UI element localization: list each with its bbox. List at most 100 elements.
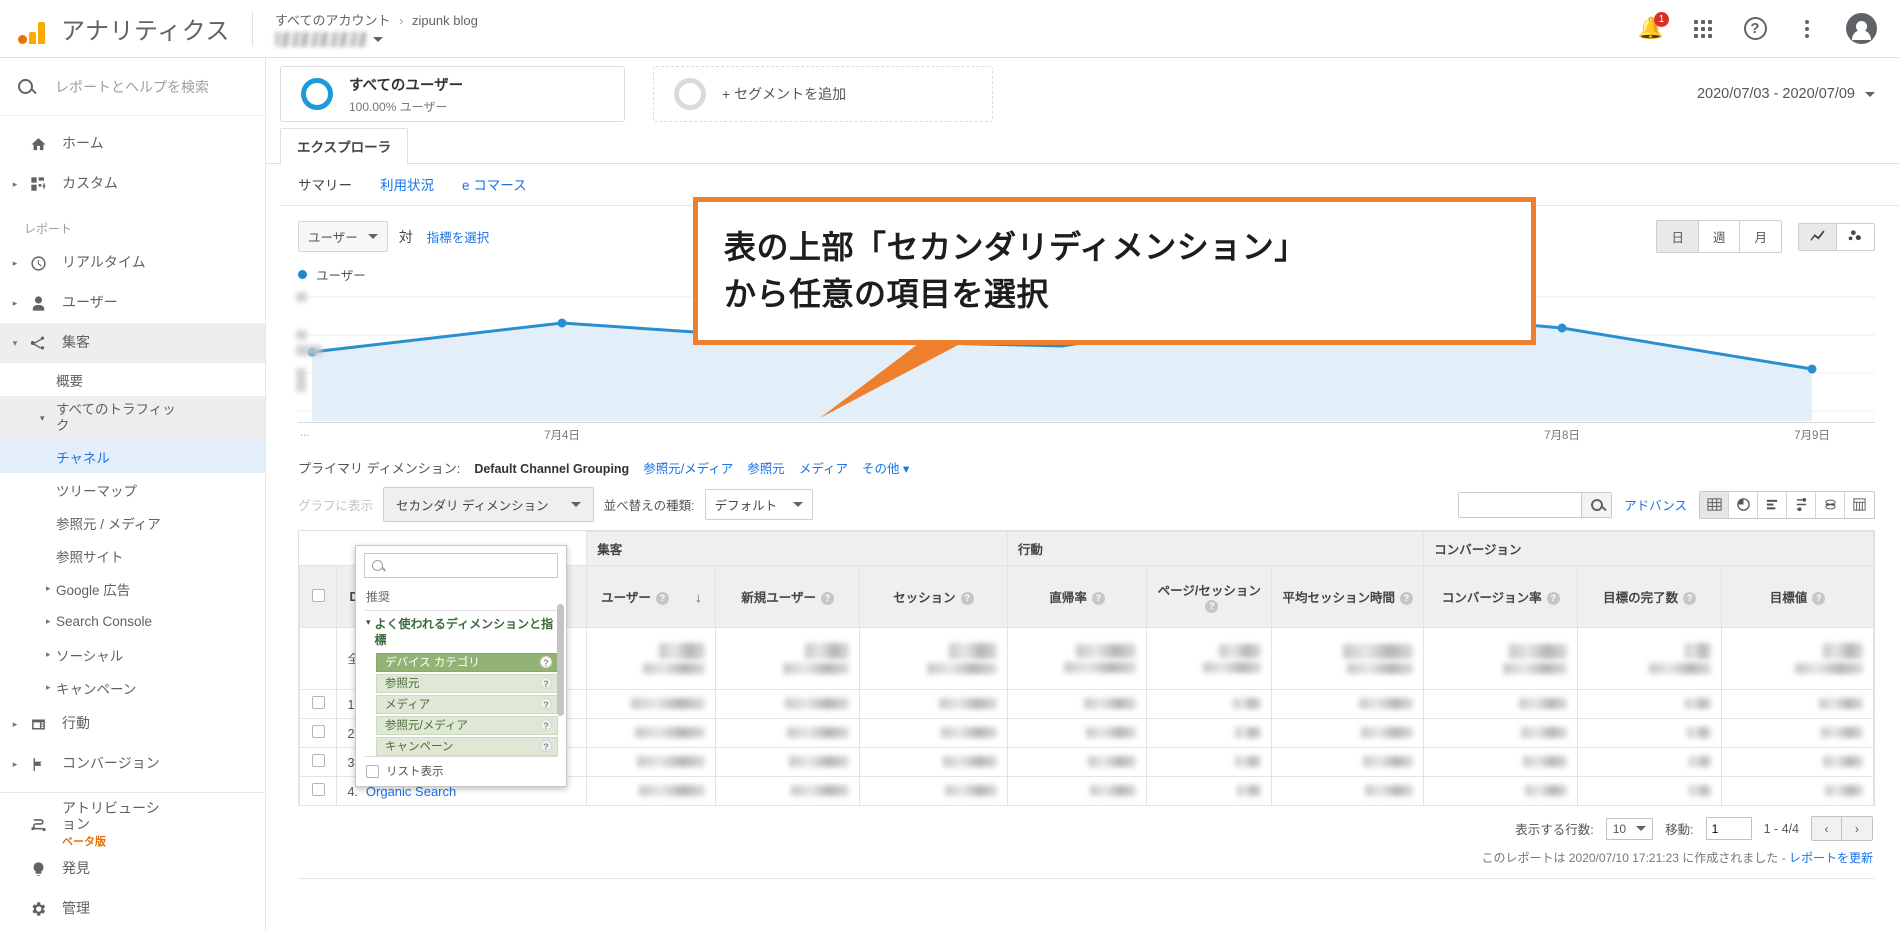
sidebar-item-overview[interactable]: 概要 xyxy=(0,363,265,396)
column-new-users[interactable]: 新規ユーザー? xyxy=(715,565,860,628)
tab-explorer[interactable]: エクスプローラ xyxy=(280,128,409,164)
sidebar-item-behavior[interactable]: ▸ 行動 xyxy=(0,704,265,744)
select-metric-link[interactable]: 指標を選択 xyxy=(427,227,490,246)
column-goal-value[interactable]: 目標値? xyxy=(1720,565,1875,628)
dimension-link-medium[interactable]: メディア xyxy=(799,458,848,477)
dropdown-scrollbar[interactable] xyxy=(557,604,564,716)
bar-chart-icon[interactable] xyxy=(1758,491,1787,518)
avatar[interactable] xyxy=(1846,13,1877,44)
search-icon[interactable] xyxy=(1581,492,1612,517)
tab-ecommerce[interactable]: e コマース xyxy=(462,174,527,194)
help-icon[interactable]: ? xyxy=(655,592,669,605)
help-icon[interactable]: ? xyxy=(821,592,835,605)
row-checkbox[interactable] xyxy=(298,689,338,719)
sidebar-item-channels[interactable]: チャネル xyxy=(0,440,265,473)
dimension-link-source[interactable]: 参照元 xyxy=(747,458,785,477)
sidebar-item-users[interactable]: ▸ ユーザー xyxy=(0,283,265,323)
column-sessions[interactable]: セッション? xyxy=(858,565,1008,628)
help-icon[interactable]: ? xyxy=(1812,592,1826,605)
help-icon[interactable]: ? xyxy=(540,656,552,669)
help-icon[interactable]: ? xyxy=(540,677,552,690)
sidebar-item-admin[interactable]: 管理 xyxy=(0,889,265,929)
column-pages-per-session[interactable]: ページ/セッション? xyxy=(1146,565,1273,628)
sidebar-item-social[interactable]: ▸ ソーシャル xyxy=(0,638,265,671)
help-icon[interactable]: ? xyxy=(1683,592,1697,605)
refresh-report-link[interactable]: レポートを更新 xyxy=(1789,851,1873,865)
sidebar-item-search-console[interactable]: ▸ Search Console xyxy=(0,605,265,638)
pivot-icon[interactable] xyxy=(1845,491,1874,518)
dimension-link-other[interactable]: その他 ▾ xyxy=(862,458,909,477)
dimension-link-source-medium[interactable]: 参照元/メディア xyxy=(643,458,733,477)
search-input[interactable] xyxy=(1459,492,1582,517)
tab-usage[interactable]: 利用状況 xyxy=(380,174,434,194)
help-icon[interactable]: ? xyxy=(1742,16,1768,42)
dropdown-item-medium[interactable]: メディア ? xyxy=(376,694,558,714)
help-icon[interactable]: ? xyxy=(1091,592,1105,605)
granularity-week[interactable]: 週 xyxy=(1698,221,1741,252)
breadcrumb-property[interactable]: zipunk blog xyxy=(412,13,478,28)
secondary-dimension-button[interactable]: セカンダリ ディメンション xyxy=(383,487,594,522)
prev-page-button[interactable]: ‹ xyxy=(1812,817,1842,840)
goto-page-input[interactable] xyxy=(1705,817,1752,840)
sort-type-select[interactable]: デフォルト xyxy=(704,489,814,520)
granularity-day[interactable]: 日 xyxy=(1657,221,1699,252)
table-search[interactable] xyxy=(1458,491,1613,518)
performance-icon[interactable] xyxy=(1787,491,1816,518)
dropdown-search-input[interactable] xyxy=(364,553,558,578)
add-segment-button[interactable]: + セグメントを追加 xyxy=(653,66,993,122)
next-page-button[interactable]: › xyxy=(1842,817,1872,840)
row-checkbox[interactable] xyxy=(298,776,338,806)
date-range-picker[interactable]: 2020/07/03 - 2020/07/09 xyxy=(1697,86,1875,102)
help-icon[interactable]: ? xyxy=(540,698,552,711)
apps-grid-icon[interactable] xyxy=(1690,16,1716,42)
column-users[interactable]: ユーザー? ↓ xyxy=(586,565,717,628)
help-icon[interactable]: ? xyxy=(540,719,552,732)
help-icon[interactable]: ? xyxy=(1546,592,1560,605)
sidebar-item-conversions[interactable]: ▸ コンバージョン xyxy=(0,744,265,784)
sidebar-item-custom[interactable]: ▸ カスタム xyxy=(0,164,265,204)
chevron-down-icon[interactable] xyxy=(372,37,383,42)
dropdown-item-source-medium[interactable]: 参照元/メディア ? xyxy=(376,715,558,735)
column-conversion-rate[interactable]: コンバージョン率? xyxy=(1423,565,1579,628)
sidebar-item-all-traffic[interactable]: ▾ すべてのトラフィック xyxy=(0,396,265,440)
advanced-link[interactable]: アドバンス xyxy=(1624,495,1687,514)
granularity-month[interactable]: 月 xyxy=(1740,221,1781,252)
dropdown-item-source[interactable]: 参照元 ? xyxy=(376,673,558,693)
table-view-icon[interactable] xyxy=(1700,491,1729,518)
sidebar-item-treemap[interactable]: ツリーマップ xyxy=(0,473,265,506)
tab-summary[interactable]: サマリー xyxy=(298,174,352,194)
column-goal-completions[interactable]: 目標の完了数? xyxy=(1577,565,1722,628)
sidebar-item-google-ads[interactable]: ▸ Google 広告 xyxy=(0,572,265,605)
sidebar-item-attribution[interactable]: アトリビューション ベータ版 xyxy=(0,800,265,849)
sidebar-item-home[interactable]: ホーム xyxy=(0,124,265,164)
dropdown-item-campaign[interactable]: キャンペーン ? xyxy=(376,736,558,756)
sidebar-item-realtime[interactable]: ▸ リアルタイム xyxy=(0,243,265,283)
help-icon[interactable]: ? xyxy=(540,740,552,753)
sidebar-item-referrals[interactable]: 参照サイト xyxy=(0,539,265,572)
sidebar-item-source-medium[interactable]: 参照元 / メディア xyxy=(0,506,265,539)
sidebar-item-campaigns[interactable]: ▸ キャンペーン xyxy=(0,671,265,704)
column-avg-session-duration[interactable]: 平均セッション時間? xyxy=(1271,565,1425,628)
segment-all-users[interactable]: すべてのユーザー 100.00% ユーザー xyxy=(280,66,625,122)
help-icon[interactable]: ? xyxy=(1205,600,1219,613)
metric-select[interactable]: ユーザー xyxy=(298,221,388,252)
sidebar-item-acquisition[interactable]: ▾ 集客 xyxy=(0,323,265,363)
dropdown-group-header[interactable]: ▾ よく使われるディメンションと指標 xyxy=(364,611,558,653)
help-icon[interactable]: ? xyxy=(1399,592,1413,605)
select-all-checkbox[interactable] xyxy=(298,565,338,628)
breadcrumb[interactable]: すべてのアカウント › zipunk blog xyxy=(274,10,478,47)
kebab-menu-icon[interactable] xyxy=(1794,16,1820,42)
comparison-icon[interactable] xyxy=(1816,491,1845,518)
sidebar-item-discover[interactable]: 発見 xyxy=(0,849,265,889)
dropdown-item-device-category[interactable]: デバイス カテゴリ ? xyxy=(376,652,558,672)
breadcrumb-all-accounts[interactable]: すべてのアカウント xyxy=(275,13,391,28)
help-icon[interactable]: ? xyxy=(960,592,974,605)
row-checkbox[interactable] xyxy=(298,747,338,777)
rows-per-page-select[interactable]: 10 xyxy=(1605,817,1654,840)
bell-icon[interactable]: 🔔 1 xyxy=(1638,11,1669,42)
pie-chart-icon[interactable] xyxy=(1729,491,1758,518)
search-input[interactable]: レポートとヘルプを検索 xyxy=(0,58,265,116)
line-chart-icon[interactable] xyxy=(1799,223,1837,250)
row-checkbox[interactable] xyxy=(298,718,338,748)
list-view-checkbox[interactable] xyxy=(366,764,379,778)
